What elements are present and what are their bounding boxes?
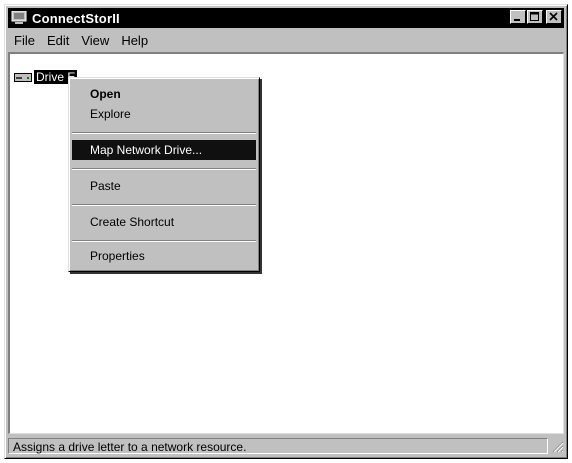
close-button[interactable] <box>546 10 562 24</box>
context-menu-paste[interactable]: Paste <box>72 176 256 196</box>
maximize-button[interactable] <box>527 10 543 24</box>
context-menu-separator <box>72 204 256 206</box>
status-text: Assigns a drive letter to a network reso… <box>8 438 548 454</box>
window-title: ConnectStorII <box>32 10 120 26</box>
menu-edit[interactable]: Edit <box>41 33 75 48</box>
context-menu-open[interactable]: Open <box>72 84 256 104</box>
context-menu-separator <box>72 168 256 170</box>
drive-icon <box>14 73 32 82</box>
title-bar[interactable]: ConnectStorII <box>8 8 564 28</box>
context-menu-explore[interactable]: Explore <box>72 104 256 124</box>
computer-icon <box>11 11 27 24</box>
context-menu-separator <box>72 240 256 242</box>
maximize-icon <box>530 12 539 21</box>
context-menu-map-network-drive[interactable]: Map Network Drive... <box>72 140 256 160</box>
minimize-button[interactable] <box>510 10 526 24</box>
status-bar: Assigns a drive letter to a network reso… <box>8 437 564 455</box>
minimize-icon <box>514 19 520 21</box>
window-controls <box>509 10 562 24</box>
resize-grip-icon[interactable] <box>550 439 564 453</box>
menu-bar: File Edit View Help <box>8 30 564 50</box>
context-menu: Open Explore Map Network Drive... Paste … <box>68 77 260 272</box>
context-menu-separator <box>72 132 256 134</box>
close-icon <box>549 12 558 21</box>
context-menu-properties[interactable]: Properties <box>72 246 256 266</box>
menu-help[interactable]: Help <box>115 33 154 48</box>
menu-view[interactable]: View <box>75 33 115 48</box>
context-menu-create-shortcut[interactable]: Create Shortcut <box>72 212 256 232</box>
menu-file[interactable]: File <box>8 33 41 48</box>
